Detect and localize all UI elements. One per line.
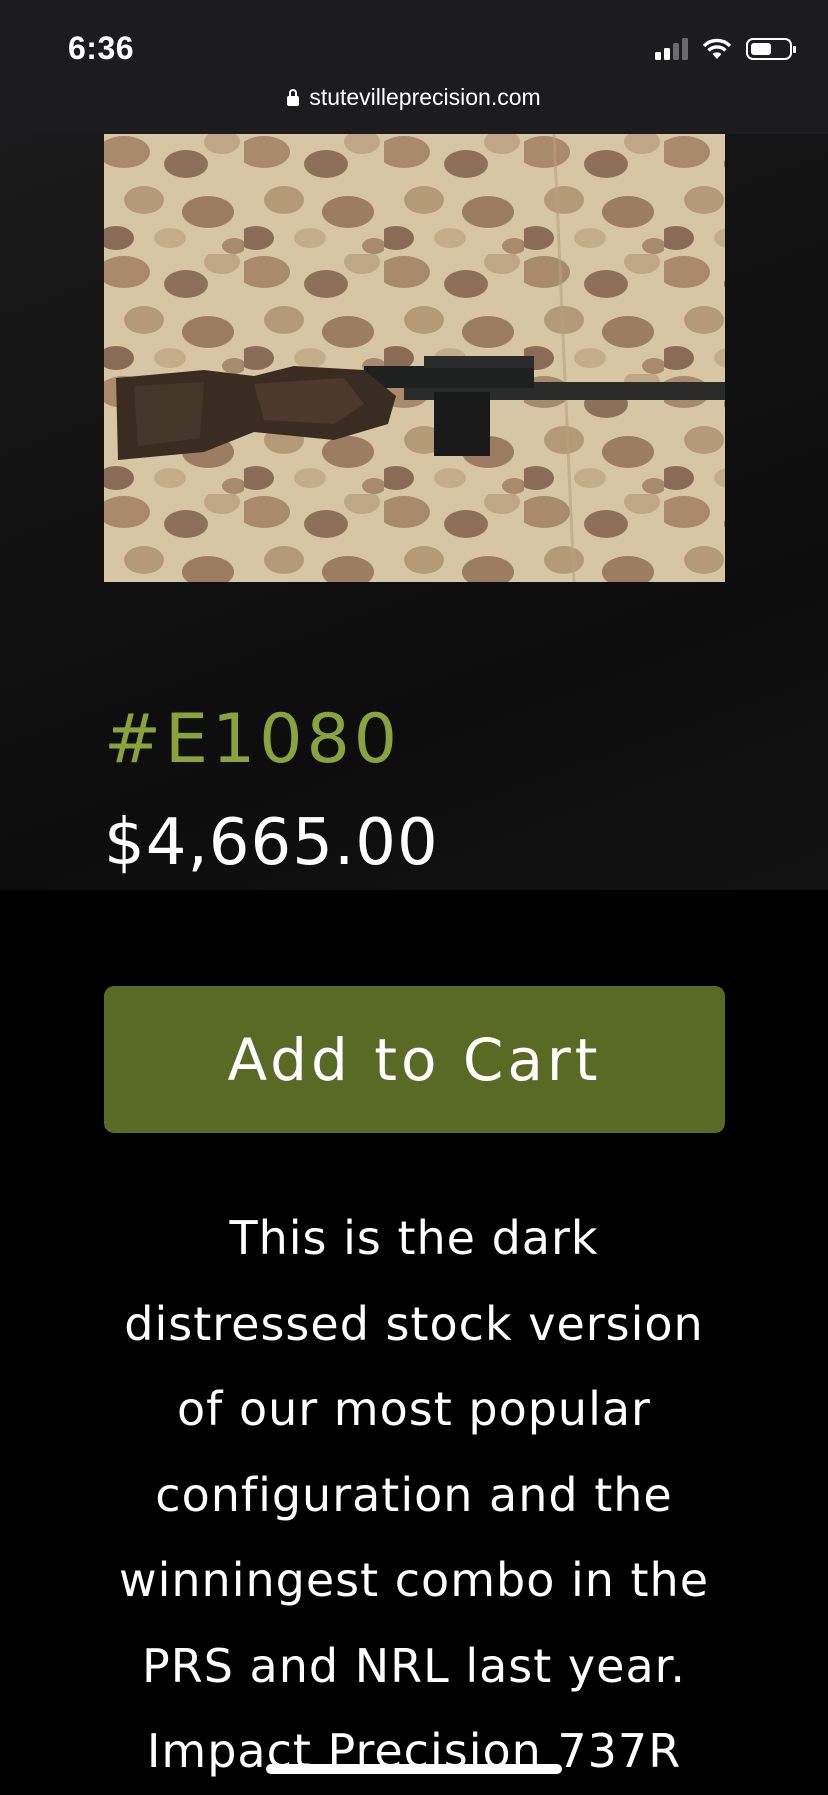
url-bar[interactable]: stutevilleprecision.com: [0, 84, 828, 111]
home-indicator[interactable]: [266, 1764, 562, 1774]
description-line: This is the dark: [229, 1211, 599, 1265]
product-price: $4,665.00: [104, 806, 439, 880]
add-to-cart-button[interactable]: Add to Cart: [104, 986, 725, 1133]
product-description: This is the dark distressed stock versio…: [84, 1196, 744, 1795]
lock-icon: [287, 89, 300, 106]
status-icons: [655, 36, 796, 62]
description-line: PRS and NRL last year.: [142, 1638, 686, 1693]
status-time: 6:36: [68, 30, 135, 66]
description-line: winningest combo in the: [118, 1553, 710, 1607]
url-domain: stutevilleprecision.com: [309, 84, 541, 110]
wifi-icon: [702, 38, 732, 59]
product-image[interactable]: [104, 134, 725, 582]
description-line: distressed stock version: [124, 1296, 704, 1351]
description-line: of our most popular: [177, 1382, 651, 1436]
description-line: configuration and the: [155, 1467, 673, 1522]
product-sku: #E1080: [104, 700, 401, 779]
battery-icon: [746, 38, 796, 60]
description-link-line[interactable]: Impact Precision 737R: [84, 1709, 744, 1795]
cellular-signal-icon: [655, 38, 688, 60]
status-and-url-bar: 6:36 stutevilleprecision.com: [0, 0, 828, 134]
